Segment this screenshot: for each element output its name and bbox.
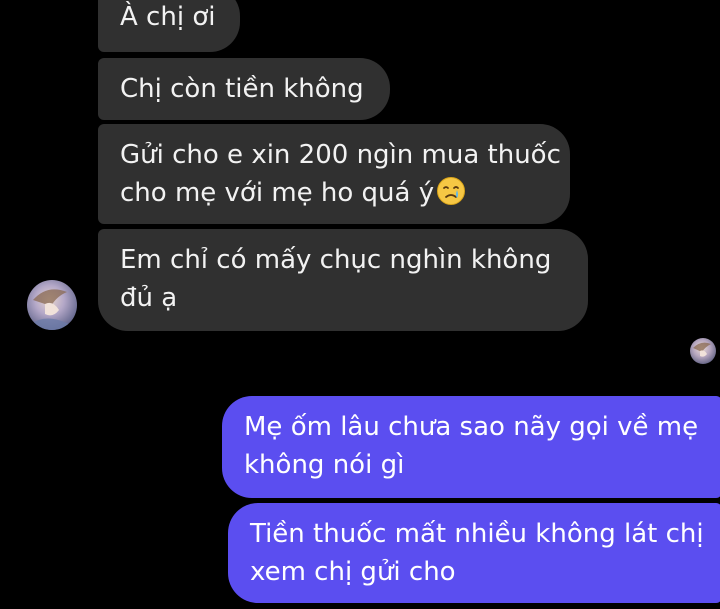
incoming-message[interactable]: À chị ơi xyxy=(98,0,240,52)
message-text: xem chị gửi cho xyxy=(250,557,456,587)
crying-face-icon xyxy=(437,177,466,205)
message-text: cho mẹ với mẹ ho quá ý xyxy=(120,174,548,212)
read-receipt-avatar-icon xyxy=(690,338,716,364)
message-text: Gửi cho e xin 200 ngìn mua thuốc xyxy=(120,140,561,170)
message-text: À chị ơi xyxy=(120,2,216,32)
message-text: Tiền thuốc mất nhiều không lát chị xyxy=(250,519,704,549)
message-text: không nói gì xyxy=(244,450,405,480)
message-text: cho mẹ với mẹ ho quá ý xyxy=(120,178,435,208)
contact-avatar-icon[interactable] xyxy=(27,280,77,330)
outgoing-message[interactable]: Tiền thuốc mất nhiều không lát chị xem c… xyxy=(228,503,720,603)
message-text: đủ ạ xyxy=(120,283,178,313)
incoming-message[interactable]: Gửi cho e xin 200 ngìn mua thuốc cho mẹ … xyxy=(98,124,570,224)
chat-screen: À chị ơi Chị còn tiền không Gửi cho e xi… xyxy=(0,0,720,609)
incoming-message[interactable]: Chị còn tiền không xyxy=(98,58,390,120)
message-text: Chị còn tiền không xyxy=(120,74,364,104)
message-text: Em chỉ có mấy chục nghìn không xyxy=(120,245,552,275)
incoming-message[interactable]: Em chỉ có mấy chục nghìn không đủ ạ xyxy=(98,229,588,331)
message-text: Mẹ ốm lâu chưa sao nãy gọi về mẹ xyxy=(244,412,699,442)
outgoing-message[interactable]: Mẹ ốm lâu chưa sao nãy gọi về mẹ không n… xyxy=(222,396,720,498)
